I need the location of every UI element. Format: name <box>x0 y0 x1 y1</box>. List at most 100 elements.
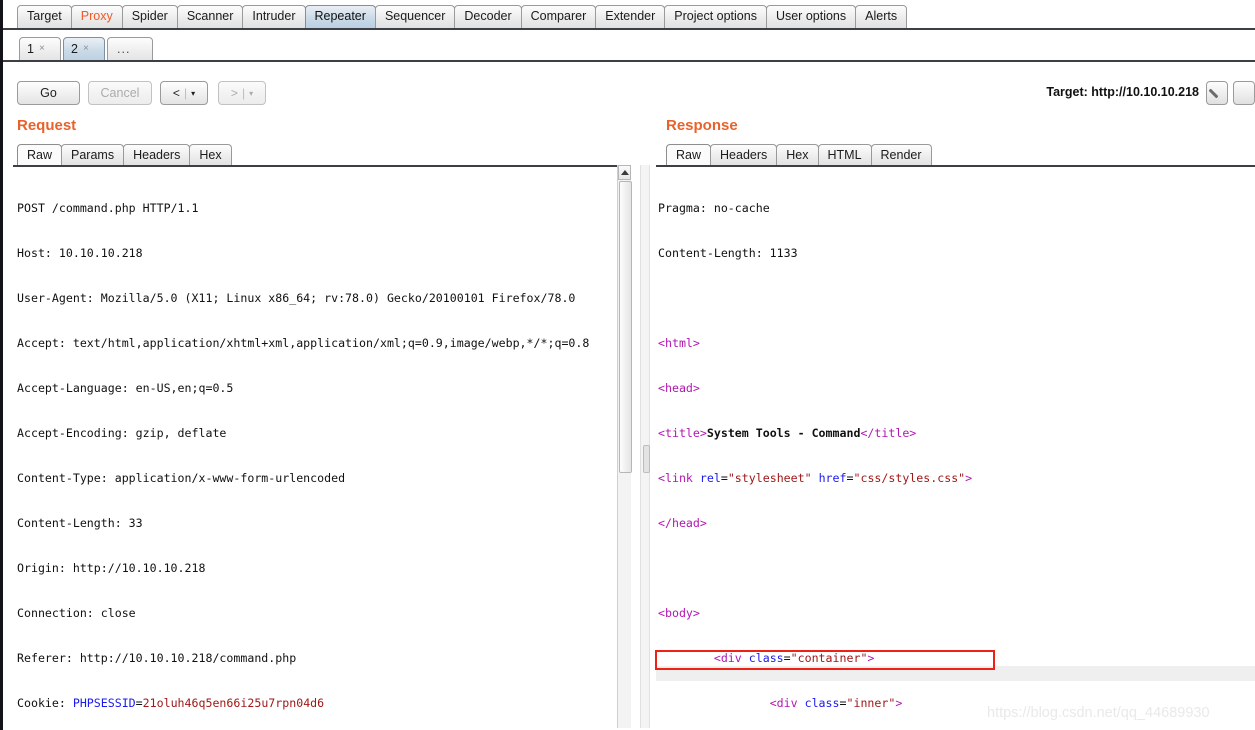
repeater-tab-1[interactable]: 1 × <box>19 37 61 60</box>
response-line-head-close: </head> <box>658 516 1255 531</box>
suite-tab-decoder[interactable]: Decoder <box>454 5 521 28</box>
response-line: Pragma: no-cache <box>658 201 1255 216</box>
request-cookie-line: Cookie: PHPSESSID=21oluh46q5en66i25u7rpn… <box>17 696 613 711</box>
request-subtab-bar: Raw Params Headers Hex <box>17 144 231 166</box>
tag: > <box>895 696 902 710</box>
response-line-title: <title>System Tools - Command</title> <box>658 426 1255 441</box>
suite-tab-user-options[interactable]: User options <box>766 5 856 28</box>
attr: class <box>805 696 840 710</box>
attr: rel <box>700 471 721 485</box>
page-title-text: System Tools - Command <box>707 426 861 440</box>
request-pane-title: Request <box>17 117 76 134</box>
request-scrollbar[interactable] <box>617 165 631 728</box>
suite-tab-intruder[interactable]: Intruder <box>242 5 305 28</box>
close-icon[interactable]: × <box>83 39 89 59</box>
response-line-div-container: <div class="container"> <box>658 651 1255 666</box>
repeater-tab-new[interactable]: ... <box>107 37 153 60</box>
response-subtab-hex[interactable]: Hex <box>776 144 818 166</box>
request-line: Connection: close <box>17 606 613 621</box>
divider: | <box>242 86 245 100</box>
cookie-value: 21oluh46q5en66i25u7rpn04d6 <box>143 696 324 710</box>
response-pane-title: Response <box>666 117 738 134</box>
response-line-head-open: <head> <box>658 381 1255 396</box>
request-line: Referer: http://10.10.10.218/command.php <box>17 651 613 666</box>
watermark: https://blog.csdn.net/qq_44689930 <box>987 705 1210 721</box>
suite-tab-project-options[interactable]: Project options <box>664 5 767 28</box>
request-subtab-headers[interactable]: Headers <box>123 144 190 166</box>
tag: <div <box>770 696 805 710</box>
suite-tab-extender[interactable]: Extender <box>595 5 665 28</box>
go-button[interactable]: Go <box>17 81 80 105</box>
suite-tab-sequencer[interactable]: Sequencer <box>375 5 455 28</box>
arrow-up-icon <box>621 170 629 175</box>
target-label: Target: http://10.10.10.218 <box>1046 85 1199 99</box>
attr: href <box>819 471 847 485</box>
tag: </head> <box>658 516 707 530</box>
response-subtab-raw[interactable]: Raw <box>666 144 711 166</box>
response-line-html-open: <html> <box>658 336 1255 351</box>
request-line: Content-Length: 33 <box>17 516 613 531</box>
attr-value: "css/styles.css" <box>853 471 965 485</box>
request-subtab-params[interactable]: Params <box>61 144 124 166</box>
pane-splitter[interactable] <box>640 165 650 728</box>
attr-value: "inner" <box>846 696 895 710</box>
response-subtab-render[interactable]: Render <box>871 144 932 166</box>
splitter-grip-icon[interactable] <box>643 445 650 473</box>
response-line: Content-Length: 1133 <box>658 246 1255 261</box>
response-subtab-headers[interactable]: Headers <box>710 144 777 166</box>
target-options-button[interactable] <box>1233 81 1255 105</box>
tag: <head> <box>658 381 700 395</box>
response-subtab-html[interactable]: HTML <box>818 144 872 166</box>
suite-tab-spider[interactable]: Spider <box>122 5 178 28</box>
suite-tab-comparer[interactable]: Comparer <box>521 5 597 28</box>
response-line-body-open: <body> <box>658 606 1255 621</box>
suite-tab-alerts[interactable]: Alerts <box>855 5 907 28</box>
request-line: Origin: http://10.10.10.218 <box>17 561 613 576</box>
forward-arrow-icon: > <box>231 86 238 100</box>
burp-suite-window: Target Proxy Spider Scanner Intruder Rep… <box>0 0 1255 730</box>
scrollbar-thumb[interactable] <box>619 181 632 473</box>
tag: <body> <box>658 606 700 620</box>
repeater-tab-2[interactable]: 2 × <box>63 37 105 60</box>
equals: = <box>136 696 143 710</box>
pencil-icon <box>1211 87 1223 99</box>
cancel-button[interactable]: Cancel <box>88 81 152 105</box>
tag: <html> <box>658 336 700 350</box>
request-line: Host: 10.10.10.218 <box>17 246 613 261</box>
tag: <title> <box>658 426 707 440</box>
tag: </title> <box>860 426 916 440</box>
tag: <link <box>658 471 700 485</box>
response-blank-line <box>658 561 1255 576</box>
suite-tab-repeater[interactable]: Repeater <box>305 5 376 28</box>
suite-tab-proxy[interactable]: Proxy <box>71 5 123 28</box>
request-line: Accept-Encoding: gzip, deflate <box>17 426 613 441</box>
back-arrow-icon: < <box>173 86 180 100</box>
tag: <div <box>714 651 749 665</box>
request-line: POST /command.php HTTP/1.1 <box>17 201 613 216</box>
attr-value: "stylesheet" <box>728 471 812 485</box>
forward-button[interactable]: > | ▾ <box>218 81 266 105</box>
close-icon[interactable]: × <box>39 39 45 59</box>
suite-tab-scanner[interactable]: Scanner <box>177 5 244 28</box>
cookie-label: Cookie: <box>17 696 73 710</box>
request-line: Content-Type: application/x-www-form-url… <box>17 471 613 486</box>
divider: | <box>184 86 187 100</box>
repeater-tab-1-label: 1 <box>27 39 34 59</box>
response-raw-editor[interactable]: Pragma: no-cache Content-Length: 1133 <h… <box>656 165 1255 728</box>
request-subtab-hex[interactable]: Hex <box>189 144 231 166</box>
tag: > <box>965 471 972 485</box>
back-button[interactable]: < | ▾ <box>160 81 208 105</box>
target-edit-button[interactable] <box>1206 81 1228 105</box>
request-raw-editor[interactable]: POST /command.php HTTP/1.1 Host: 10.10.1… <box>13 165 617 728</box>
suite-tab-target[interactable]: Target <box>17 5 72 28</box>
chevron-down-icon[interactable]: ▾ <box>191 89 195 98</box>
scroll-up-button[interactable] <box>618 165 631 180</box>
request-line: User-Agent: Mozilla/5.0 (X11; Linux x86_… <box>17 291 613 306</box>
chevron-down-icon[interactable]: ▾ <box>249 89 253 98</box>
attr-value: "container" <box>791 651 868 665</box>
request-subtab-raw[interactable]: Raw <box>17 144 62 166</box>
attr: class <box>749 651 784 665</box>
repeater-tab-bar: 1 × 2 × ... <box>3 32 1255 62</box>
repeater-tab-2-label: 2 <box>71 39 78 59</box>
request-line: Accept: text/html,application/xhtml+xml,… <box>17 336 613 351</box>
